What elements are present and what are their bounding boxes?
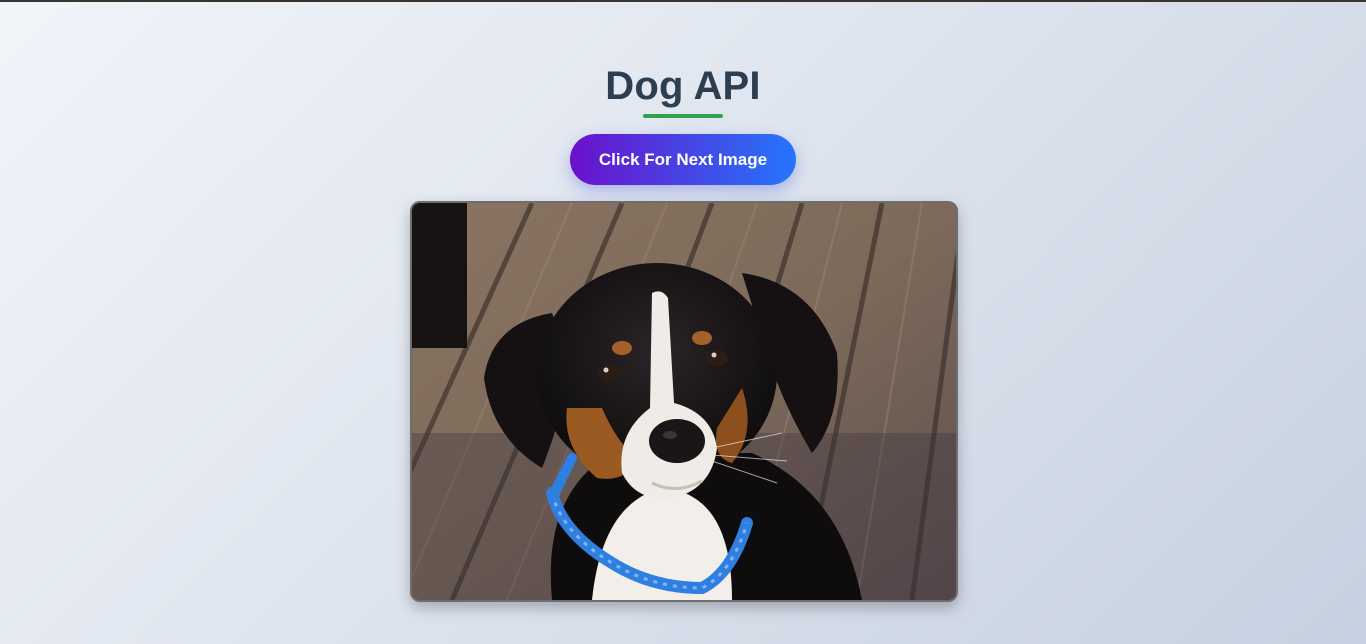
- top-border: [0, 0, 1366, 2]
- page-title: Dog API: [605, 64, 761, 108]
- title-underline: [643, 114, 723, 118]
- dog-photo: [412, 203, 956, 600]
- dog-image: [410, 201, 958, 602]
- next-image-button[interactable]: Click For Next Image: [570, 134, 796, 185]
